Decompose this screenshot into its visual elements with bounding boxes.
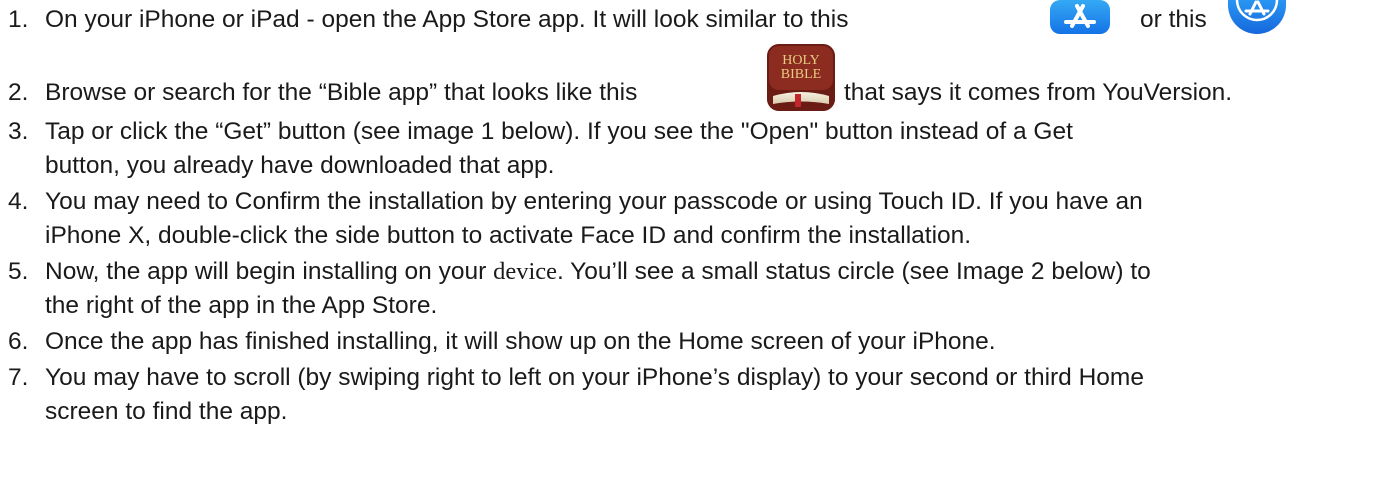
step-text-line-2: the right of the app in the App Store. bbox=[45, 292, 438, 319]
app-store-icon bbox=[1050, 0, 1110, 34]
step-text-line-2: iPhone X, double-click the side button t… bbox=[45, 222, 972, 249]
step-text-line-2: screen to find the app. bbox=[45, 398, 288, 425]
step-number: 4. bbox=[8, 188, 29, 215]
step-text-line-1: You may have to scroll (by swiping right… bbox=[45, 364, 1144, 391]
step-text-a: Now, the app will begin installing on yo… bbox=[45, 258, 494, 285]
step-text-line-1: You may need to Confirm the installation… bbox=[45, 188, 1143, 215]
step-number: 2. bbox=[8, 79, 29, 106]
svg-text:HOLY: HOLY bbox=[782, 53, 819, 68]
step-text: On your iPhone or iPad - open the App St… bbox=[45, 6, 849, 33]
step-text: Browse or search for the “Bible app” tha… bbox=[45, 79, 638, 106]
bible-app-icon: HOLY BIBLE bbox=[767, 44, 835, 111]
step-number: 1. bbox=[8, 6, 29, 33]
step-number: 5. bbox=[8, 258, 29, 285]
svg-text:BIBLE: BIBLE bbox=[781, 67, 821, 82]
step-text: Once the app has finished installing, it… bbox=[45, 328, 996, 355]
step-number: 6. bbox=[8, 328, 29, 355]
step-text-line-2: button, you already have downloaded that… bbox=[45, 152, 555, 179]
device-word: device bbox=[493, 258, 558, 285]
step-text-line-1: Tap or click the “Get” button (see image… bbox=[45, 118, 1073, 145]
step-number: 3. bbox=[8, 118, 29, 145]
step-text-after: that says it comes from YouVersion. bbox=[844, 79, 1233, 106]
step-number: 7. bbox=[8, 364, 29, 391]
step-text-line-1: Now, the app will begin installing on yo… bbox=[45, 255, 1151, 288]
step-text-b: . You’ll see a small status circle (see … bbox=[557, 258, 1151, 285]
app-store-round-icon bbox=[1228, 0, 1286, 34]
step-text-or: or this bbox=[1140, 6, 1207, 33]
